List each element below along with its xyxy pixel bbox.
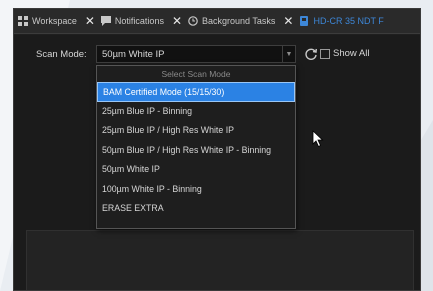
- show-all-toggle[interactable]: Show All: [320, 48, 369, 59]
- dropdown-item[interactable]: 50µm White IP: [97, 160, 295, 180]
- close-icon[interactable]: ✕: [85, 14, 95, 28]
- close-icon[interactable]: ✕: [283, 14, 293, 28]
- clock-icon: [188, 16, 198, 26]
- dropdown-item[interactable]: 50µm Blue IP / High Res White IP - Binni…: [97, 141, 295, 161]
- close-icon[interactable]: ✕: [172, 14, 182, 28]
- preview-area: [26, 230, 414, 290]
- tab-label: Workspace: [32, 16, 77, 26]
- grid-icon: [18, 16, 28, 26]
- device-icon: [300, 16, 309, 26]
- chevron-down-icon[interactable]: ▼: [282, 46, 295, 62]
- tab-workspace[interactable]: Workspace ✕: [18, 14, 95, 28]
- scan-panel: Scan Mode: 50µm White IP ▼ Show All Sele…: [14, 35, 420, 290]
- tab-background-tasks[interactable]: Background Tasks ✕: [188, 14, 293, 28]
- tab-label: Background Tasks: [202, 16, 276, 26]
- dropdown-item[interactable]: 100µm White IP - Binning: [97, 180, 295, 200]
- tab-label: HD-CR 35 NDT F: [313, 16, 384, 26]
- chat-icon: [100, 16, 111, 26]
- show-all-checkbox[interactable]: [320, 48, 330, 59]
- dropdown-item[interactable]: 25µm Blue IP - Binning: [97, 102, 295, 122]
- dropdown-header: Select Scan Mode: [161, 69, 231, 79]
- dropdown-item[interactable]: BAM Certified Mode (15/15/30): [97, 82, 295, 102]
- refresh-icon[interactable]: [304, 47, 318, 61]
- tab-label: Notifications: [114, 16, 164, 26]
- mouse-cursor-icon: [312, 130, 324, 148]
- dropdown-item[interactable]: ERASE EXTRA: [97, 199, 295, 219]
- scan-mode-select[interactable]: 50µm White IP ▼: [96, 45, 296, 63]
- scan-mode-label: Scan Mode:: [36, 49, 87, 60]
- tab-notifications[interactable]: Notifications ✕: [100, 14, 182, 28]
- application-window: Workspace ✕ Notifications ✕ Background T…: [13, 8, 421, 291]
- tab-hd-cr-35[interactable]: HD-CR 35 NDT F: [299, 16, 384, 26]
- show-all-label: Show All: [333, 48, 370, 59]
- tab-bar: Workspace ✕ Notifications ✕ Background T…: [14, 9, 420, 34]
- dropdown-item[interactable]: 25µm Blue IP / High Res White IP: [97, 121, 295, 141]
- scan-mode-value: 50µm White IP: [102, 49, 165, 60]
- scan-mode-dropdown: Select Scan Mode BAM Certified Mode (15/…: [96, 65, 296, 229]
